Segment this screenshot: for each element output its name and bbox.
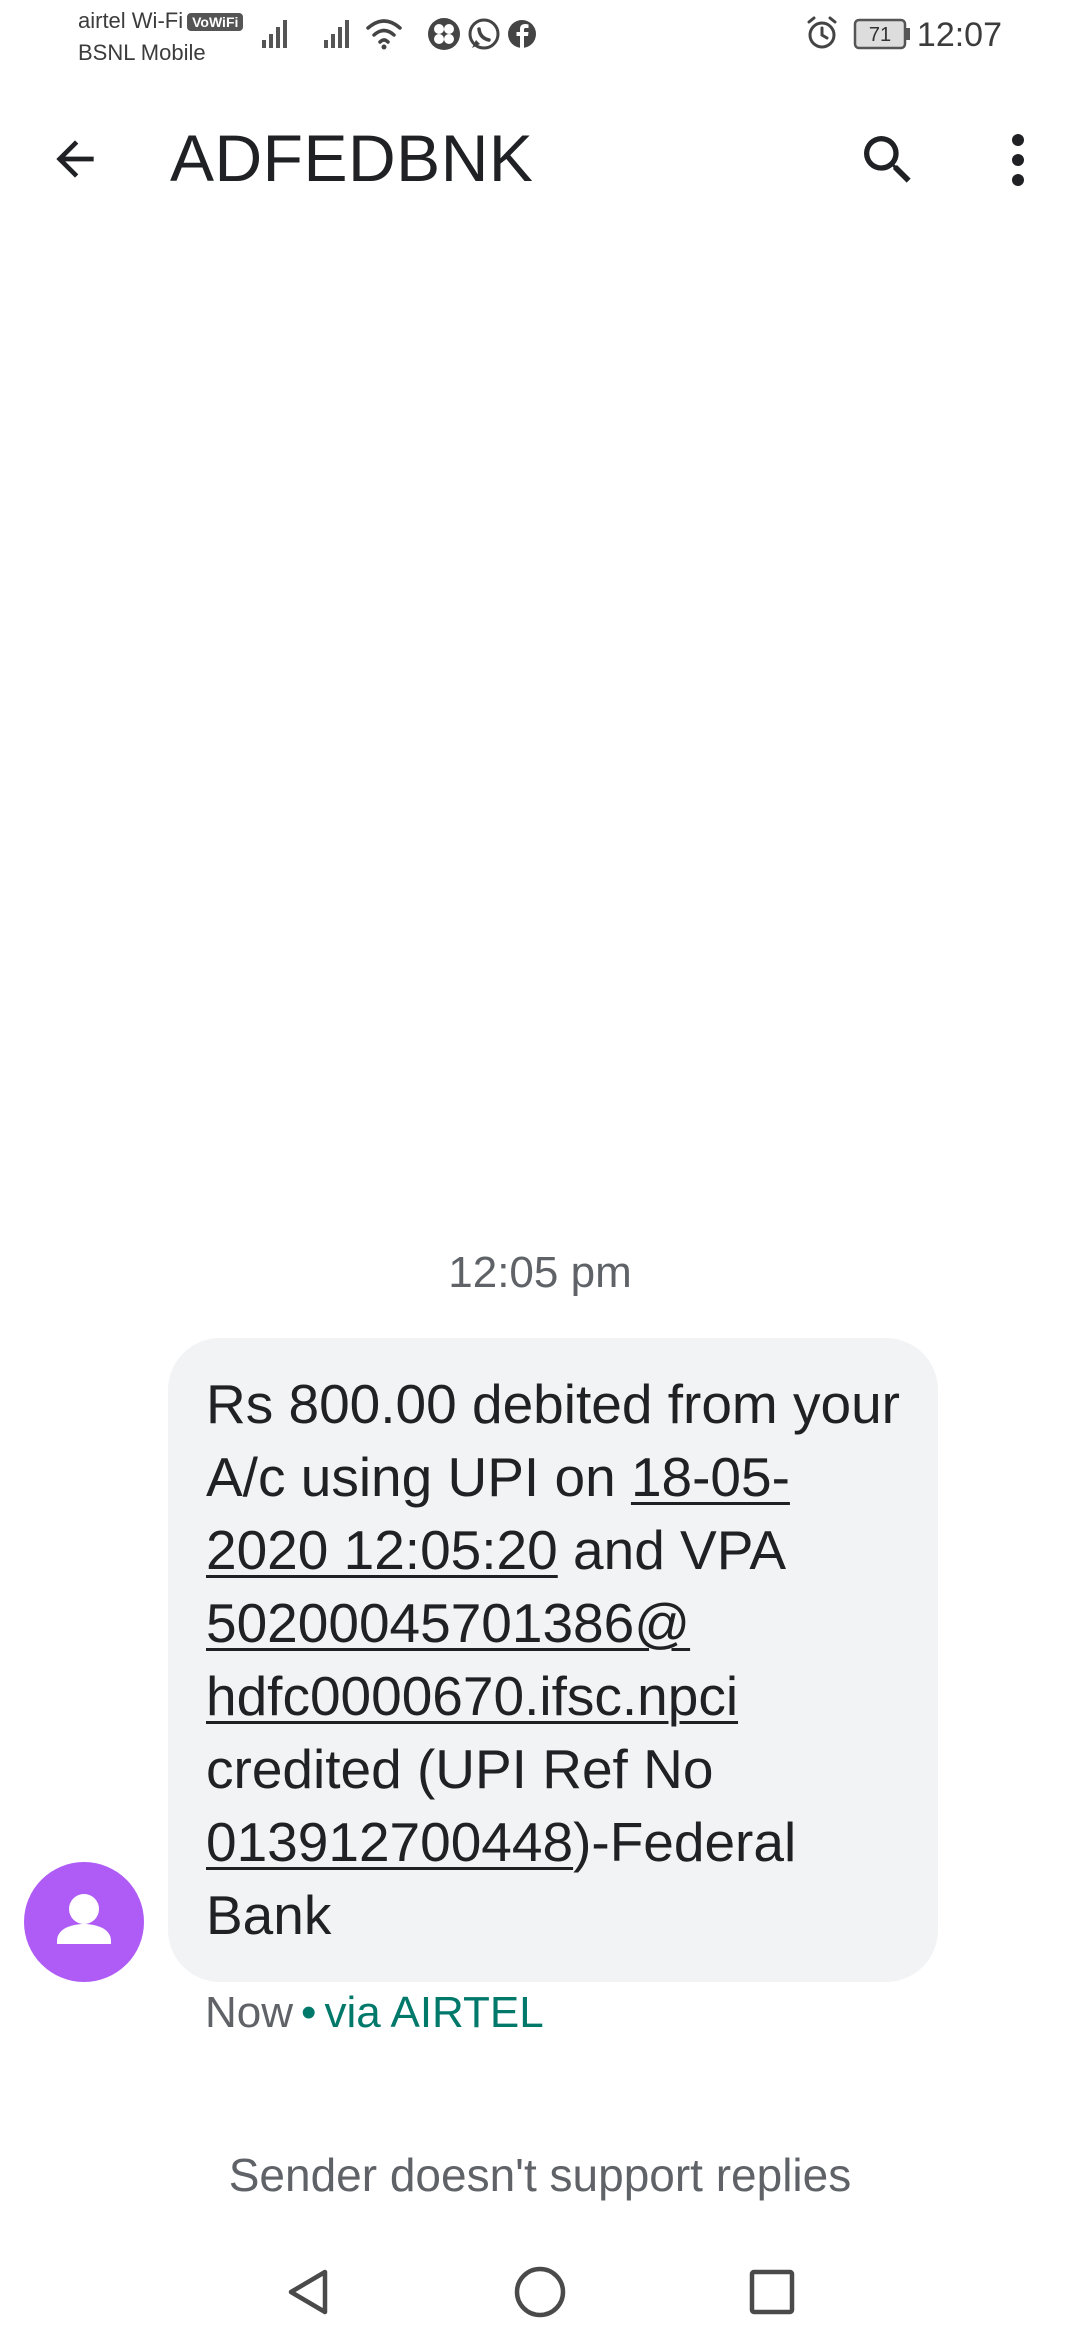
facebook-icon [508, 20, 536, 48]
message-text: and VPA [557, 1519, 783, 1581]
nav-recents-icon [749, 2269, 795, 2315]
message-bubble[interactable]: Rs 800.00 debited from your A/c using UP… [168, 1338, 938, 1982]
message-meta: Now • via AIRTEL [205, 1988, 544, 2038]
person-icon [57, 1894, 111, 1944]
carrier-primary: airtel Wi-Fi VoWiFi [78, 8, 244, 34]
message-status-time: Now [205, 1988, 294, 2037]
whatsapp-icon [468, 18, 500, 50]
message-text: credited (UPI Ref No [206, 1738, 714, 1800]
no-reply-notice: Sender doesn't support replies [228, 2149, 852, 2201]
nav-home-icon [514, 2266, 566, 2318]
fan-icon [428, 18, 460, 50]
carrier-primary-label: airtel Wi-Fi [78, 8, 184, 33]
via-carrier: via AIRTEL [324, 1988, 544, 2037]
status-time: 12:07 [916, 16, 1002, 54]
search-icon [864, 136, 911, 183]
back-button[interactable] [42, 126, 108, 192]
status-icons-right: 71 [805, 14, 915, 54]
battery-icon: 71 [853, 18, 910, 50]
nav-back-icon [288, 2269, 328, 2315]
arrow-back-icon [56, 140, 94, 178]
meta-separator: • [301, 1988, 317, 2037]
signal-icon [324, 20, 349, 48]
nav-recents-button[interactable] [736, 2256, 808, 2328]
vpa-link[interactable]: hdfc0000670.ifsc.npci [206, 1665, 738, 1727]
navigation-bar [0, 2240, 1080, 2340]
more-vert-icon [1012, 134, 1024, 186]
sender-avatar[interactable] [24, 1862, 144, 1982]
battery-level: 71 [869, 24, 891, 46]
reference-number-link[interactable]: 013912700448 [206, 1811, 573, 1873]
messages-screen: airtel Wi-Fi VoWiFi BSNL Mobile 71 12:07… [0, 0, 1080, 2340]
wifi-icon [366, 19, 402, 50]
app-bar: ADFEDBNK [0, 100, 1080, 212]
alarm-icon [807, 16, 837, 49]
vpa-link[interactable]: 50200045701386@ [206, 1592, 690, 1654]
conversation-title: ADFEDBNK [170, 121, 534, 195]
nav-back-button[interactable] [273, 2256, 345, 2328]
more-options-button[interactable] [990, 124, 1046, 196]
search-button[interactable] [852, 124, 924, 196]
nav-home-button[interactable] [504, 2256, 576, 2328]
message-text: Rs 800.00 debited from your A/c using UP… [206, 1373, 900, 1508]
status-bar: airtel Wi-Fi VoWiFi BSNL Mobile 71 12:07 [0, 0, 1080, 72]
vowifi-badge: VoWiFi [187, 13, 244, 32]
carrier-secondary: BSNL Mobile [78, 40, 206, 65]
status-icons-left [258, 14, 538, 54]
signal-icon [262, 20, 287, 48]
message-timestamp: 12:05 pm [448, 1248, 632, 1297]
